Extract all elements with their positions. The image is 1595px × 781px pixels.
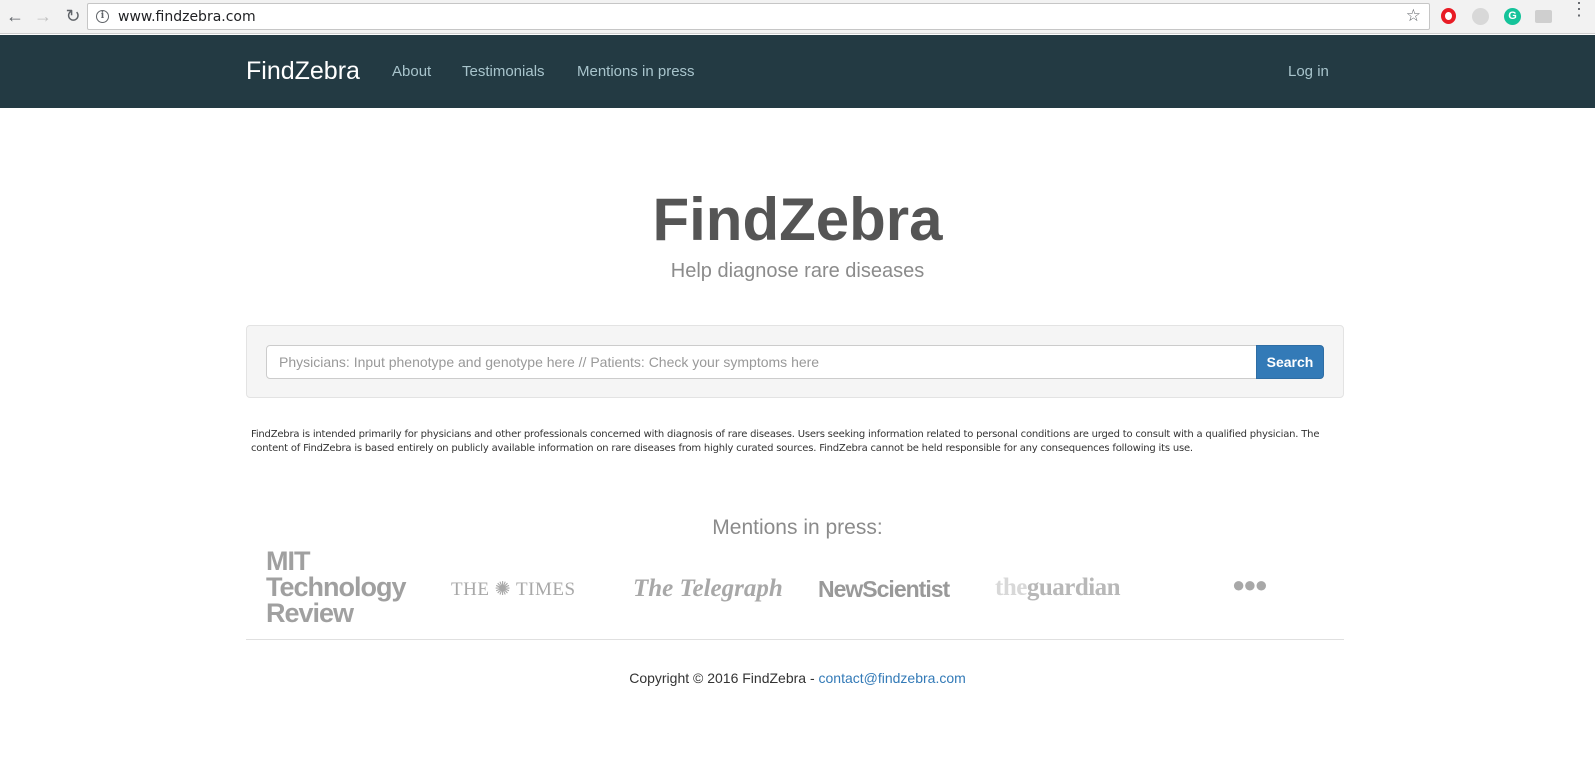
site-navbar: FindZebra About Testimonials Mentions in… bbox=[0, 35, 1595, 108]
info-icon[interactable]: i bbox=[96, 10, 109, 23]
the-times-logo[interactable]: THE ✺ TIMES bbox=[451, 578, 576, 601]
address-bar[interactable]: i www.findzebra.com ☆ bbox=[87, 3, 1430, 30]
press-heading: Mentions in press: bbox=[712, 516, 883, 539]
search-button[interactable]: Search bbox=[1256, 345, 1324, 379]
extension-icon[interactable] bbox=[1472, 8, 1489, 25]
new-scientist-logo[interactable]: NewScientist bbox=[818, 576, 950, 603]
browser-toolbar: ← → ↻ i www.findzebra.com ☆ G ⋮ bbox=[0, 0, 1595, 34]
url-text[interactable]: www.findzebra.com bbox=[118, 9, 256, 25]
brand-logo-link[interactable]: FindZebra bbox=[246, 57, 360, 86]
mit-logo-line: MIT bbox=[266, 546, 310, 576]
bookmark-star-icon[interactable]: ☆ bbox=[1406, 6, 1421, 26]
nav-link-testimonials[interactable]: Testimonials bbox=[462, 63, 545, 80]
mit-logo-line: Review bbox=[266, 598, 354, 628]
footer-divider bbox=[246, 639, 1344, 640]
nav-link-about[interactable]: About bbox=[392, 63, 431, 80]
guardian-logo-main: guardian bbox=[1026, 574, 1121, 601]
hero-subtitle: Help diagnose rare diseases bbox=[670, 260, 925, 282]
guardian-logo-prefix: the bbox=[995, 574, 1027, 601]
hero-title: FindZebra bbox=[652, 186, 943, 253]
search-input[interactable] bbox=[266, 345, 1257, 379]
login-link[interactable]: Log in bbox=[1288, 63, 1329, 80]
extension-icon[interactable] bbox=[1535, 10, 1552, 23]
search-panel: Search bbox=[246, 325, 1344, 398]
more-dots-icon[interactable]: ●●● bbox=[1232, 572, 1268, 598]
mit-logo-line: Technology bbox=[266, 572, 407, 602]
reload-icon[interactable]: ↻ bbox=[60, 4, 86, 30]
disclaimer-text: FindZebra is intended primarily for phys… bbox=[251, 429, 1320, 454]
grammarly-extension-icon[interactable]: G bbox=[1504, 8, 1521, 25]
the-telegraph-logo[interactable]: The Telegraph bbox=[633, 575, 783, 603]
the-guardian-logo[interactable]: theguardian bbox=[995, 574, 1121, 602]
opera-extension-icon[interactable] bbox=[1441, 8, 1456, 24]
copyright-text: Copyright © 2016 FindZebra - bbox=[629, 670, 819, 686]
footer: Copyright © 2016 FindZebra - contact@fin… bbox=[0, 670, 1595, 686]
mit-technology-review-logo[interactable]: MIT Technology Review bbox=[266, 546, 407, 628]
nav-link-mentions-in-press[interactable]: Mentions in press bbox=[577, 63, 695, 80]
contact-email-link[interactable]: contact@findzebra.com bbox=[819, 670, 966, 686]
browser-menu-icon[interactable]: ⋮ bbox=[1570, 0, 1588, 18]
forward-arrow-icon[interactable]: → bbox=[30, 4, 56, 30]
back-arrow-icon[interactable]: ← bbox=[2, 4, 28, 30]
